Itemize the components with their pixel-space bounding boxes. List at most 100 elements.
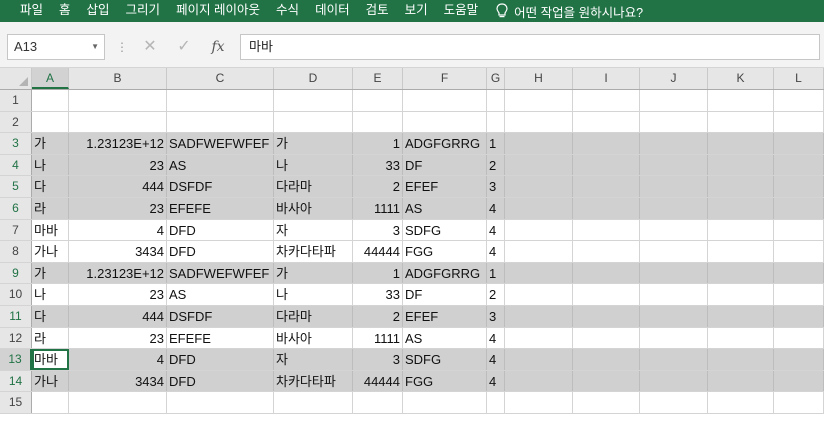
- ribbon-tab-8[interactable]: 보기: [397, 0, 436, 22]
- row-header-2[interactable]: 2: [0, 111, 32, 133]
- cell-h5[interactable]: [505, 176, 573, 197]
- cell-h2[interactable]: [505, 111, 573, 133]
- cell-i10[interactable]: [573, 284, 640, 305]
- cell-d8[interactable]: 차카다타파: [274, 241, 353, 262]
- cell-a5[interactable]: 다: [32, 176, 69, 197]
- cell-a12[interactable]: 라: [32, 327, 69, 349]
- cell-l7[interactable]: [774, 219, 824, 241]
- cell-a4[interactable]: 나: [32, 154, 69, 176]
- cell-k4[interactable]: [708, 154, 774, 176]
- cell-h13[interactable]: [505, 349, 573, 370]
- cell-j5[interactable]: [640, 176, 708, 197]
- cell-f12[interactable]: AS: [403, 327, 487, 349]
- cell-d10[interactable]: 나: [274, 284, 353, 305]
- column-header-f[interactable]: F: [403, 68, 487, 89]
- column-header-h[interactable]: H: [505, 68, 573, 89]
- cell-k7[interactable]: [708, 219, 774, 241]
- cell-b9[interactable]: 1.23123E+12: [69, 262, 167, 284]
- cell-f8[interactable]: FGG: [403, 241, 487, 262]
- cell-a2[interactable]: [32, 111, 69, 133]
- cell-l15[interactable]: [774, 392, 824, 413]
- cell-a7[interactable]: 마바: [32, 219, 69, 241]
- tell-me-box[interactable]: 어떤 작업을 원하시나요?: [496, 0, 643, 22]
- cell-j3[interactable]: [640, 133, 708, 154]
- cell-h12[interactable]: [505, 327, 573, 349]
- cell-i2[interactable]: [573, 111, 640, 133]
- cell-f6[interactable]: AS: [403, 197, 487, 219]
- cell-l6[interactable]: [774, 197, 824, 219]
- cell-h11[interactable]: [505, 305, 573, 327]
- cell-e4[interactable]: 33: [353, 154, 403, 176]
- cell-g8[interactable]: 4: [487, 241, 505, 262]
- cell-c9[interactable]: SADFWEFWFEF: [167, 262, 274, 284]
- cell-b3[interactable]: 1.23123E+12: [69, 133, 167, 154]
- cell-f7[interactable]: SDFG: [403, 219, 487, 241]
- cell-e5[interactable]: 2: [353, 176, 403, 197]
- row-header-10[interactable]: 10: [0, 284, 32, 305]
- cell-k14[interactable]: [708, 370, 774, 392]
- cell-i9[interactable]: [573, 262, 640, 284]
- cell-e8[interactable]: 44444: [353, 241, 403, 262]
- cell-a10[interactable]: 나: [32, 284, 69, 305]
- cell-e9[interactable]: 1: [353, 262, 403, 284]
- column-header-c[interactable]: C: [167, 68, 274, 89]
- cell-j12[interactable]: [640, 327, 708, 349]
- row-header-9[interactable]: 9: [0, 262, 32, 284]
- cell-d5[interactable]: 다라마: [274, 176, 353, 197]
- cell-b10[interactable]: 23: [69, 284, 167, 305]
- cell-h9[interactable]: [505, 262, 573, 284]
- cell-l14[interactable]: [774, 370, 824, 392]
- cell-c12[interactable]: EFEFE: [167, 327, 274, 349]
- column-header-d[interactable]: D: [274, 68, 353, 89]
- select-all-corner[interactable]: [0, 68, 32, 89]
- cell-k2[interactable]: [708, 111, 774, 133]
- cell-j2[interactable]: [640, 111, 708, 133]
- cell-k8[interactable]: [708, 241, 774, 262]
- cell-b13[interactable]: 4: [69, 349, 167, 370]
- chevron-down-icon[interactable]: ▼: [91, 35, 99, 59]
- cell-d13[interactable]: 자: [274, 349, 353, 370]
- cell-f15[interactable]: [403, 392, 487, 413]
- cell-k5[interactable]: [708, 176, 774, 197]
- column-header-j[interactable]: J: [640, 68, 708, 89]
- cell-g1[interactable]: [487, 90, 505, 111]
- cell-b15[interactable]: [69, 392, 167, 413]
- cell-l1[interactable]: [774, 90, 824, 111]
- cell-b2[interactable]: [69, 111, 167, 133]
- column-header-k[interactable]: K: [708, 68, 774, 89]
- cell-j1[interactable]: [640, 90, 708, 111]
- cell-i1[interactable]: [573, 90, 640, 111]
- cell-e2[interactable]: [353, 111, 403, 133]
- cell-k11[interactable]: [708, 305, 774, 327]
- cell-e6[interactable]: 1111: [353, 197, 403, 219]
- cell-i13[interactable]: [573, 349, 640, 370]
- cell-g6[interactable]: 4: [487, 197, 505, 219]
- cell-j9[interactable]: [640, 262, 708, 284]
- cell-g11[interactable]: 3: [487, 305, 505, 327]
- cell-h14[interactable]: [505, 370, 573, 392]
- cell-d2[interactable]: [274, 111, 353, 133]
- cell-i3[interactable]: [573, 133, 640, 154]
- row-header-8[interactable]: 8: [0, 241, 32, 262]
- cell-b8[interactable]: 3434: [69, 241, 167, 262]
- cell-b11[interactable]: 444: [69, 305, 167, 327]
- cell-e11[interactable]: 2: [353, 305, 403, 327]
- cell-d12[interactable]: 바사아: [274, 327, 353, 349]
- cell-j10[interactable]: [640, 284, 708, 305]
- cell-j14[interactable]: [640, 370, 708, 392]
- cell-f10[interactable]: DF: [403, 284, 487, 305]
- cell-c10[interactable]: AS: [167, 284, 274, 305]
- cell-j6[interactable]: [640, 197, 708, 219]
- ribbon-tab-5[interactable]: 수식: [268, 0, 307, 22]
- cell-d15[interactable]: [274, 392, 353, 413]
- more-options-icon[interactable]: ⋮: [116, 36, 128, 58]
- ribbon-tab-0[interactable]: 파일: [12, 0, 51, 22]
- cell-f2[interactable]: [403, 111, 487, 133]
- cell-k10[interactable]: [708, 284, 774, 305]
- cell-i14[interactable]: [573, 370, 640, 392]
- cell-j15[interactable]: [640, 392, 708, 413]
- column-header-g[interactable]: G: [487, 68, 505, 89]
- cell-i11[interactable]: [573, 305, 640, 327]
- column-header-e[interactable]: E: [353, 68, 403, 89]
- cell-d4[interactable]: 나: [274, 154, 353, 176]
